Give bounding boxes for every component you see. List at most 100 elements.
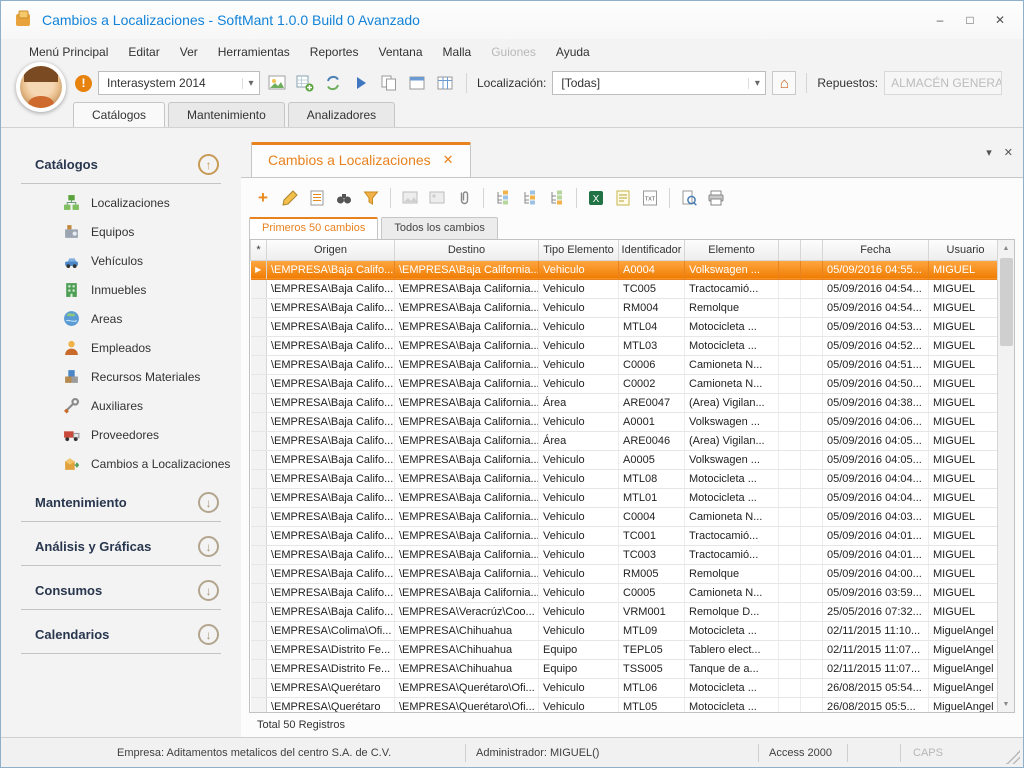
grid-cell[interactable]: \EMPRESA\Chihuahua [395, 621, 539, 640]
row-indicator[interactable] [251, 469, 267, 488]
row-indicator[interactable] [251, 336, 267, 355]
home-button[interactable]: ⌂ [772, 71, 796, 95]
grid-cell[interactable] [779, 526, 801, 545]
grid-cell[interactable]: VRM001 [619, 602, 685, 621]
grid-cell[interactable]: \EMPRESA\Baja Califo... [267, 526, 395, 545]
grid-cell[interactable]: \EMPRESA\Baja California... [395, 488, 539, 507]
grid-cell[interactable]: MIGUEL [929, 336, 1003, 355]
grid-cell[interactable]: 05/09/2016 04:04... [823, 469, 929, 488]
grid-cell[interactable]: A0001 [619, 412, 685, 431]
resize-grip[interactable] [1006, 750, 1020, 764]
grid-cell[interactable]: Vehiculo [539, 469, 619, 488]
grid-cell[interactable]: Camioneta N... [685, 355, 779, 374]
grid-cell[interactable]: \EMPRESA\Baja California... [395, 336, 539, 355]
grid-cell[interactable] [779, 317, 801, 336]
grid-cell[interactable]: MTL01 [619, 488, 685, 507]
grid-cell[interactable]: Remolque [685, 564, 779, 583]
menu-reportes[interactable]: Reportes [300, 41, 369, 63]
grid-cell[interactable]: \EMPRESA\Baja Califo... [267, 298, 395, 317]
table-row[interactable]: \EMPRESA\Baja Califo...\EMPRESA\Baja Cal… [251, 564, 1003, 583]
table-row[interactable]: \EMPRESA\Baja Califo...\EMPRESA\Baja Cal… [251, 488, 1003, 507]
grid-cell[interactable]: Tablero elect... [685, 640, 779, 659]
grid-cell[interactable] [779, 697, 801, 713]
grid-cell[interactable]: Vehiculo [539, 355, 619, 374]
column-header-destino[interactable]: Destino [395, 240, 539, 260]
grid-cell[interactable]: MIGUEL [929, 298, 1003, 317]
grid-cell[interactable]: Camioneta N... [685, 507, 779, 526]
grid-cell[interactable]: MIGUEL [929, 393, 1003, 412]
table-row[interactable]: \EMPRESA\Baja Califo...\EMPRESA\Baja Cal… [251, 526, 1003, 545]
grid-cell[interactable]: Tanque de a... [685, 659, 779, 678]
menu-menu-principal[interactable]: Menú Principal [19, 41, 118, 63]
grid-cell[interactable]: \EMPRESA\Baja Califo... [267, 260, 395, 279]
document-tab-cambios[interactable]: Cambios a Localizaciones ✕ [251, 142, 471, 177]
column-header-tipo-elemento[interactable]: Tipo Elemento [539, 240, 619, 260]
grid-cell[interactable] [801, 526, 823, 545]
column-header-identificador[interactable]: Identificador [619, 240, 685, 260]
sidebar-item-empleados[interactable]: Empleados [1, 333, 241, 362]
grid-cell[interactable]: 26/08/2015 05:54... [823, 678, 929, 697]
column-header-usuario[interactable]: Usuario [929, 240, 1003, 260]
grid-cell[interactable] [779, 564, 801, 583]
row-indicator[interactable] [251, 507, 267, 526]
grid-cell[interactable]: \EMPRESA\Baja California... [395, 526, 539, 545]
grid-cell[interactable]: \EMPRESA\Baja California... [395, 469, 539, 488]
grid-cell[interactable]: 05/09/2016 03:59... [823, 583, 929, 602]
grid-cell[interactable] [801, 298, 823, 317]
grid-cell[interactable]: \EMPRESA\Baja California... [395, 317, 539, 336]
grid-cell[interactable] [779, 678, 801, 697]
attachment-button[interactable] [452, 187, 476, 208]
expand-down-icon[interactable]: ↓ [198, 624, 219, 645]
chevron-down-icon[interactable]: ▾ [748, 78, 765, 89]
sidebar-section-consumos[interactable]: Consumos ↓ [21, 580, 221, 610]
add-record-button[interactable]: + [251, 187, 275, 208]
grid-cell[interactable] [801, 412, 823, 431]
grid-cell[interactable]: ARE0046 [619, 431, 685, 450]
grid-cell[interactable]: 05/09/2016 04:03... [823, 507, 929, 526]
grid-cell[interactable]: MiguelAngel [929, 621, 1003, 640]
column-header-blank1[interactable] [779, 240, 801, 260]
row-indicator[interactable] [251, 431, 267, 450]
menu-malla[interactable]: Malla [433, 41, 482, 63]
grid-cell[interactable]: C0006 [619, 355, 685, 374]
row-indicator[interactable] [251, 488, 267, 507]
refresh-icon[interactable] [322, 72, 344, 94]
grid-cell[interactable]: Equipo [539, 659, 619, 678]
grid-cell[interactable] [779, 412, 801, 431]
tab-list-chevron-icon[interactable]: ▾ [986, 146, 992, 159]
row-indicator[interactable] [251, 279, 267, 298]
grid-cell[interactable]: \EMPRESA\Baja Califo... [267, 469, 395, 488]
grid-cell[interactable] [801, 678, 823, 697]
grid-cell[interactable]: MIGUEL [929, 450, 1003, 469]
view-record-button[interactable] [305, 187, 329, 208]
grid-cell[interactable]: \EMPRESA\Baja California... [395, 260, 539, 279]
grid-cell[interactable]: Volkswagen ... [685, 260, 779, 279]
grid-cell[interactable]: MIGUEL [929, 526, 1003, 545]
grid-cell[interactable]: MTL06 [619, 678, 685, 697]
grid-cell[interactable]: \EMPRESA\Baja Califo... [267, 412, 395, 431]
grid-cell[interactable]: MiguelAngel [929, 659, 1003, 678]
export-excel-button[interactable]: X [584, 187, 608, 208]
grid-cell[interactable]: \EMPRESA\Baja California... [395, 355, 539, 374]
grid-cell[interactable]: \EMPRESA\Baja California... [395, 374, 539, 393]
company-select[interactable]: Interasystem 2014 ▾ [98, 71, 260, 95]
column-header-origen[interactable]: Origen [267, 240, 395, 260]
grid-cell[interactable]: \EMPRESA\Baja Califo... [267, 393, 395, 412]
grid-cell[interactable] [779, 431, 801, 450]
grid-cell[interactable]: Vehiculo [539, 412, 619, 431]
sidebar-item-localizaciones[interactable]: Localizaciones [1, 188, 241, 217]
column-header-blank2[interactable] [801, 240, 823, 260]
grid-cell[interactable] [801, 697, 823, 713]
grid-cell[interactable]: \EMPRESA\Baja Califo... [267, 279, 395, 298]
table-row[interactable]: \EMPRESA\Baja Califo...\EMPRESA\Veracrúz… [251, 602, 1003, 621]
grid-cell[interactable] [801, 507, 823, 526]
row-indicator[interactable] [251, 659, 267, 678]
scroll-up-icon[interactable]: ▲ [998, 240, 1014, 256]
grid-cell[interactable] [801, 336, 823, 355]
grid-cell[interactable]: MIGUEL [929, 374, 1003, 393]
grid-cell[interactable]: \EMPRESA\Querétaro [267, 697, 395, 713]
grid-cell[interactable]: (Area) Vigilan... [685, 393, 779, 412]
row-indicator[interactable] [251, 374, 267, 393]
column-header-fecha[interactable]: Fecha [823, 240, 929, 260]
search-button[interactable] [332, 187, 356, 208]
